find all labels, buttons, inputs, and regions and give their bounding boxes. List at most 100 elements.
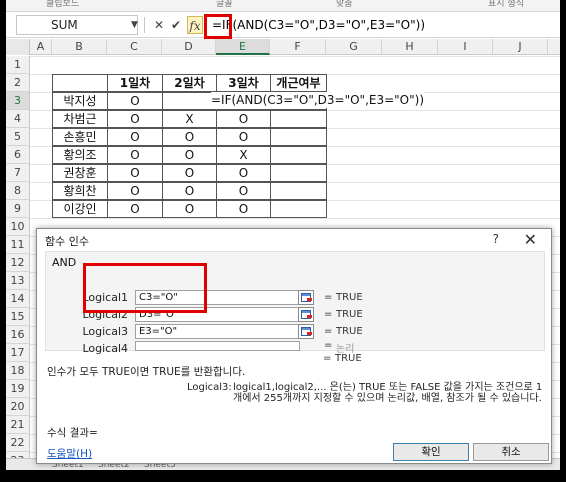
- row-header-11[interactable]: 11: [6, 236, 30, 254]
- formula-input[interactable]: =IF(AND(C3="O",D3="O",E3="O")): [208, 16, 425, 36]
- table-cell-name[interactable]: 황희찬: [52, 182, 108, 200]
- close-icon[interactable]: ✕: [524, 230, 537, 249]
- function-name: AND: [52, 256, 77, 269]
- help-icon[interactable]: ?: [493, 232, 499, 246]
- row-header-12[interactable]: 12: [6, 254, 30, 272]
- table-cell-name[interactable]: 권창훈: [52, 164, 108, 182]
- x-icon[interactable]: ✕: [151, 16, 167, 34]
- formula-result-label: 수식 결과=: [47, 427, 98, 439]
- column-header-b[interactable]: B: [52, 39, 107, 55]
- table-cell[interactable]: O: [216, 182, 271, 200]
- table-cell[interactable]: O: [107, 164, 163, 182]
- table-cell[interactable]: O: [107, 182, 163, 200]
- table-cell-name[interactable]: 차범근: [52, 110, 108, 128]
- table-cell[interactable]: O: [216, 110, 271, 128]
- fx-icon[interactable]: fx: [187, 16, 203, 34]
- table-cell[interactable]: [270, 182, 327, 200]
- row-header-20[interactable]: 20: [6, 398, 30, 416]
- table-cell[interactable]: O: [107, 146, 163, 164]
- separator: [144, 17, 145, 33]
- column-header-d[interactable]: D: [162, 39, 216, 55]
- row-header-13[interactable]: 13: [6, 272, 30, 290]
- table-cell[interactable]: [270, 200, 327, 218]
- cancel-button[interactable]: 취소: [473, 443, 549, 461]
- row-header-4[interactable]: 4: [6, 110, 30, 128]
- row-header-1[interactable]: 1: [6, 56, 30, 74]
- row-header-18[interactable]: 18: [6, 362, 30, 380]
- row-header-6[interactable]: 6: [6, 146, 30, 164]
- ribbon-label-alignment: 맞춤: [336, 0, 353, 9]
- collapse-dialog-icon[interactable]: [298, 290, 314, 305]
- table-cell[interactable]: [270, 128, 327, 146]
- help-link[interactable]: 도움말(H): [47, 446, 92, 461]
- column-header-f[interactable]: F: [270, 39, 326, 55]
- table-cell[interactable]: O: [162, 146, 217, 164]
- ribbon-group-labels: 클립보드 글꼴 맞춤 표시 형식: [6, 0, 560, 12]
- function-result: TRUE: [335, 353, 362, 364]
- logical4-input[interactable]: [135, 341, 300, 351]
- table-cell[interactable]: O: [216, 128, 271, 146]
- table-cell[interactable]: O: [107, 200, 163, 218]
- table-cell-name[interactable]: 황의조: [52, 146, 108, 164]
- row-header-17[interactable]: 17: [6, 344, 30, 362]
- table-cell[interactable]: X: [162, 110, 217, 128]
- table-header-cell[interactable]: 3일차: [216, 74, 271, 92]
- table-header-cell[interactable]: 1일차: [107, 74, 163, 92]
- table-cell[interactable]: O: [107, 128, 163, 146]
- table-header-cell[interactable]: [52, 74, 108, 92]
- formula-bar: SUM ▼ ✕ ✔ fx =IF(AND(C3="O",D3="O",E3="O…: [6, 12, 560, 39]
- chevron-down-icon[interactable]: ▼: [131, 16, 138, 34]
- table-cell[interactable]: O: [162, 164, 217, 182]
- table-cell[interactable]: [270, 164, 327, 182]
- ok-button[interactable]: 확인: [393, 443, 469, 461]
- excel-window: 클립보드 글꼴 맞춤 표시 형식 SUM ▼ ✕ ✔ fx =IF(AND(C3…: [6, 0, 560, 470]
- row-header-22[interactable]: 22: [6, 434, 30, 452]
- row-header-16[interactable]: 16: [6, 326, 30, 344]
- table-cell[interactable]: [270, 110, 327, 128]
- dialog-title-bar[interactable]: 함수 인수 ? ✕: [37, 229, 551, 251]
- row-header-9[interactable]: 9: [6, 200, 30, 218]
- row-header-15[interactable]: 15: [6, 308, 30, 326]
- table-header-cell[interactable]: 2일차: [162, 74, 217, 92]
- row-header-8[interactable]: 8: [6, 182, 30, 200]
- row-header-14[interactable]: 14: [6, 290, 30, 308]
- row-header-21[interactable]: 21: [6, 416, 30, 434]
- table-cell[interactable]: O: [162, 128, 217, 146]
- cell-edit-text[interactable]: =IF(AND(C3="O",D3="O",E3="O")): [211, 92, 424, 108]
- table-cell-name[interactable]: 손흥민: [52, 128, 108, 146]
- row-header-19[interactable]: 19: [6, 380, 30, 398]
- row-header-10[interactable]: 10: [6, 218, 30, 236]
- name-box[interactable]: SUM ▼: [16, 15, 138, 35]
- logical3-input[interactable]: E3="O": [135, 324, 300, 339]
- table-cell-name[interactable]: 박지성: [52, 92, 108, 110]
- table-cell[interactable]: [270, 146, 327, 164]
- check-icon[interactable]: ✔: [168, 16, 184, 34]
- collapse-dialog-icon[interactable]: [298, 324, 314, 339]
- column-header-e[interactable]: E: [216, 39, 270, 55]
- table-cell[interactable]: O: [162, 200, 217, 218]
- table-cell-name[interactable]: 이강인: [52, 200, 108, 218]
- table-cell[interactable]: X: [216, 146, 271, 164]
- table-header-cell[interactable]: 개근여부: [270, 74, 327, 92]
- column-header-h[interactable]: H: [382, 39, 438, 55]
- column-header-g[interactable]: G: [326, 39, 382, 55]
- column-header-a[interactable]: A: [30, 39, 52, 55]
- column-headers: A B C D E F G H I J: [6, 39, 560, 55]
- collapse-dialog-icon[interactable]: [298, 307, 314, 322]
- select-all-corner[interactable]: [6, 39, 30, 55]
- table-cell[interactable]: O: [162, 182, 217, 200]
- column-header-c[interactable]: C: [107, 39, 162, 55]
- table-cell[interactable]: O: [107, 110, 163, 128]
- row-header-7[interactable]: 7: [6, 164, 30, 182]
- column-header-i[interactable]: I: [438, 39, 493, 55]
- row-header-3[interactable]: 3: [6, 92, 30, 110]
- table-cell[interactable]: O: [216, 164, 271, 182]
- table-cell[interactable]: O: [216, 200, 271, 218]
- row-header-2[interactable]: 2: [6, 74, 30, 92]
- table-cell[interactable]: [162, 92, 217, 110]
- row-header-5[interactable]: 5: [6, 128, 30, 146]
- function-description: 인수가 모두 TRUE이면 TRUE를 반환합니다.: [47, 366, 246, 378]
- table-cell[interactable]: O: [107, 92, 163, 110]
- column-header-j[interactable]: J: [493, 39, 548, 55]
- ribbon-label-clipboard: 클립보드: [46, 0, 80, 9]
